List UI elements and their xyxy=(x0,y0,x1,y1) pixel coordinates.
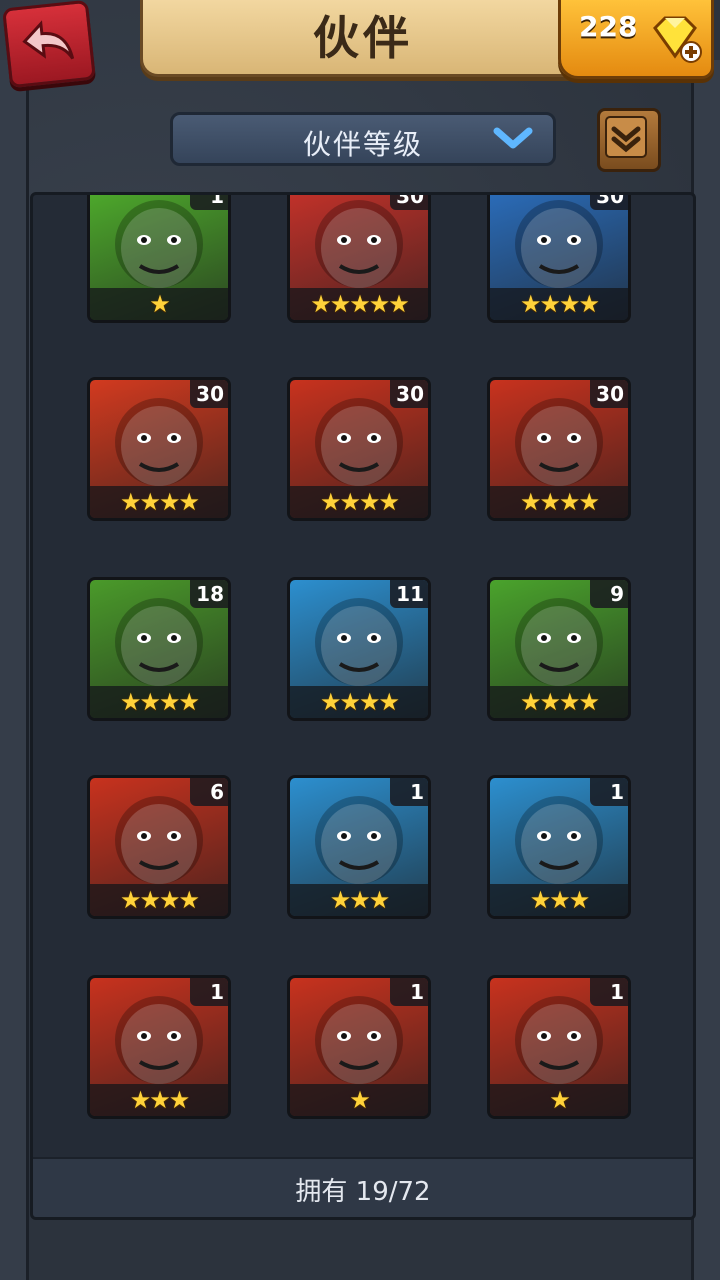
companion-level: 9 xyxy=(590,580,628,608)
companion-stars: ★★★ xyxy=(490,884,628,916)
gem-count: 228 xyxy=(579,10,638,43)
companion-stars: ★ xyxy=(90,288,228,320)
companion-level: 1 xyxy=(590,778,628,806)
companion-stars: ★★★★ xyxy=(490,686,628,718)
companion-level: 1 xyxy=(590,978,628,1006)
companion-card[interactable]: NEW 1 ★ xyxy=(87,195,231,323)
companion-stars: ★★★★ xyxy=(90,884,228,916)
companion-card[interactable]: 1 ★ xyxy=(287,975,431,1119)
collapse-toggle-button[interactable] xyxy=(597,108,661,172)
companion-card[interactable]: 1 ★★★ xyxy=(287,775,431,919)
companion-card[interactable]: 30 ★★★★ xyxy=(287,377,431,521)
companion-stars: ★★★★ xyxy=(90,486,228,518)
companion-card[interactable]: 18 ★★★★ xyxy=(87,577,231,721)
companion-card[interactable]: 6 ★★★★ xyxy=(87,775,231,919)
companion-card[interactable]: 30 ★★★★ xyxy=(487,377,631,521)
companion-card[interactable]: 1 ★ xyxy=(487,975,631,1119)
companion-level: 30 xyxy=(190,380,228,408)
companion-card[interactable]: 1 ★★★ xyxy=(487,775,631,919)
companion-level: 6 xyxy=(190,778,228,806)
companion-stars: ★★★★ xyxy=(90,686,228,718)
page-title: 伙伴 xyxy=(313,11,413,65)
companion-stars: ★ xyxy=(290,1084,428,1116)
companion-stars: ★★★ xyxy=(90,1084,228,1116)
companion-card[interactable]: 30 ★★★★★ xyxy=(287,195,431,323)
owned-footer: 拥有 19/72 xyxy=(33,1157,693,1217)
companion-stars: ★★★ xyxy=(290,884,428,916)
companion-stars: ★★★★ xyxy=(490,288,628,320)
companion-card[interactable]: 9 ★★★★ xyxy=(487,577,631,721)
frame-edge-left xyxy=(0,60,29,1280)
chevron-down-icon xyxy=(493,127,533,149)
companion-panel[interactable]: NEW1★30★★★★★30★★★★30★★★★30★★★★30★★★★18★★… xyxy=(30,192,696,1220)
companion-card[interactable]: 1 ★★★ xyxy=(87,975,231,1119)
back-arrow-icon xyxy=(22,20,75,60)
companion-level: 30 xyxy=(590,195,628,210)
owned-count: 拥有 19/72 xyxy=(295,1177,431,1207)
gem-balance[interactable]: 228 xyxy=(558,0,714,79)
collapse-toggle-icon xyxy=(605,116,647,158)
back-button[interactable] xyxy=(2,0,96,89)
new-badge: NEW xyxy=(92,195,129,198)
companion-level: 11 xyxy=(390,580,428,608)
companion-level: 1 xyxy=(390,778,428,806)
companion-stars: ★★★★ xyxy=(490,486,628,518)
companion-level: 1 xyxy=(190,978,228,1006)
companion-stars: ★★★★ xyxy=(290,686,428,718)
companion-level: 30 xyxy=(390,195,428,210)
title-banner: 伙伴 xyxy=(140,0,586,77)
companion-card[interactable]: 30 ★★★★ xyxy=(487,195,631,323)
companion-level: 1 xyxy=(390,978,428,1006)
companion-stars: ★★★★★ xyxy=(290,288,428,320)
gem-plus-icon[interactable] xyxy=(649,14,703,64)
companion-level: 30 xyxy=(590,380,628,408)
companion-card[interactable]: 30 ★★★★ xyxy=(87,377,231,521)
companion-stars: ★ xyxy=(490,1084,628,1116)
companion-stars: ★★★★ xyxy=(290,486,428,518)
companion-card[interactable]: 11 ★★★★ xyxy=(287,577,431,721)
sort-dropdown[interactable]: 伙伴等级 xyxy=(170,112,556,166)
companion-level: 18 xyxy=(190,580,228,608)
companion-level: 1 xyxy=(190,195,228,210)
companion-level: 30 xyxy=(390,380,428,408)
companion-grid[interactable]: NEW1★30★★★★★30★★★★30★★★★30★★★★30★★★★18★★… xyxy=(33,195,693,1155)
